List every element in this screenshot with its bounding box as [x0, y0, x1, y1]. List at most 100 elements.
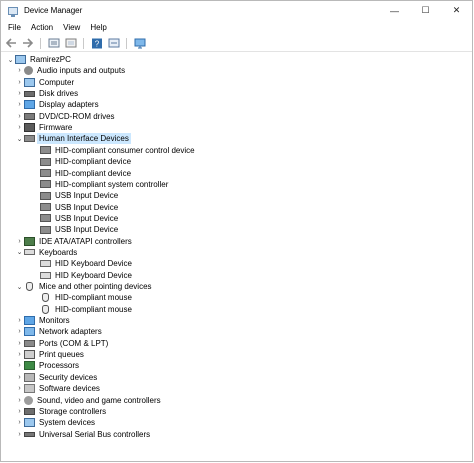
collapse-chevron-icon[interactable]: ›: [15, 99, 24, 110]
expand-chevron-icon[interactable]: ⌄: [6, 54, 15, 65]
tree-root[interactable]: ⌄ RamirezPC: [6, 54, 71, 65]
tree-item-label: Sound, video and game controllers: [37, 395, 161, 405]
collapse-chevron-icon[interactable]: ›: [15, 417, 24, 428]
tree-item-label: Firmware: [39, 123, 73, 133]
collapse-chevron-icon[interactable]: ›: [15, 65, 24, 76]
tree-device[interactable]: HID Keyboard Device: [31, 270, 132, 281]
back-icon[interactable]: [4, 37, 18, 49]
collapse-chevron-icon[interactable]: ›: [15, 395, 24, 406]
help-icon[interactable]: ?: [90, 37, 104, 49]
tree-item-label: DVD/CD-ROM drives: [39, 111, 115, 121]
tree-item-label: Security devices: [39, 372, 98, 382]
scan-hardware-icon[interactable]: [133, 37, 147, 49]
toolbar: ?: [1, 35, 472, 52]
show-hidden-icon[interactable]: [64, 37, 78, 49]
hid-device-icon: [40, 157, 51, 166]
collapse-chevron-icon[interactable]: ›: [15, 406, 24, 417]
collapse-chevron-icon[interactable]: ›: [15, 383, 24, 394]
tree-category[interactable]: › Display adapters: [15, 99, 99, 110]
title-bar[interactable]: Device Manager — ☐ ✕: [1, 1, 472, 20]
tree-category[interactable]: › System devices: [15, 417, 95, 428]
device-manager-window: Device Manager — ☐ ✕ File Action View He…: [0, 0, 473, 462]
tree-category[interactable]: ⌄ Keyboards: [15, 247, 78, 258]
hid-icon: [24, 135, 35, 143]
computer-icon: [15, 55, 26, 64]
tree-device[interactable]: HID-compliant mouse: [31, 292, 132, 303]
tree-device[interactable]: USB Input Device: [31, 190, 118, 201]
collapse-chevron-icon[interactable]: ›: [15, 372, 24, 383]
tree-category[interactable]: › Software devices: [15, 383, 100, 394]
tree-item-label: HID-compliant mouse: [55, 304, 132, 314]
hid-device-icon: [40, 169, 51, 177]
collapse-chevron-icon[interactable]: ›: [15, 429, 24, 440]
tree-category[interactable]: › Processors: [15, 360, 79, 371]
forward-icon[interactable]: [21, 37, 35, 49]
collapse-chevron-icon[interactable]: ›: [15, 315, 24, 326]
tree-item-label: USB Input Device: [55, 213, 119, 223]
dvd-icon: [24, 112, 35, 120]
tree-category[interactable]: › Sound, video and game controllers: [15, 395, 161, 406]
tree-device[interactable]: USB Input Device: [31, 213, 118, 224]
tree-device[interactable]: USB Input Device: [31, 202, 118, 213]
menu-view[interactable]: View: [58, 23, 85, 32]
tree-category[interactable]: ⌄ Mice and other pointing devices: [15, 281, 152, 292]
tree-category[interactable]: › Universal Serial Bus controllers: [15, 429, 150, 440]
tree-category[interactable]: › Print queues: [15, 349, 84, 360]
tree-item-label: Human Interface Devices: [37, 133, 131, 145]
properties-icon[interactable]: [47, 37, 61, 49]
tree-device[interactable]: HID-compliant system controller: [31, 179, 168, 190]
software-icon: [24, 384, 35, 394]
tree-item-label: Universal Serial Bus controllers: [39, 429, 151, 439]
hid-device-icon: [40, 146, 51, 155]
tree-category[interactable]: › IDE ATA/ATAPI controllers: [15, 236, 132, 247]
tree-category[interactable]: ⌄ Human Interface Devices: [15, 133, 131, 145]
tree-device[interactable]: HID-compliant consumer control device: [31, 145, 195, 156]
tree-device[interactable]: USB Input Device: [31, 224, 118, 235]
collapse-chevron-icon[interactable]: ›: [15, 88, 24, 99]
close-button[interactable]: ✕: [441, 1, 472, 20]
collapse-chevron-icon[interactable]: ›: [15, 338, 24, 349]
hid-device-icon: [40, 191, 51, 200]
maximize-button[interactable]: ☐: [410, 1, 441, 20]
tree-device[interactable]: HID-compliant device: [31, 156, 131, 167]
tree-category[interactable]: › Monitors: [15, 315, 70, 326]
tree-category[interactable]: › DVD/CD-ROM drives: [15, 111, 115, 122]
display-icon: [24, 100, 35, 110]
tree-category[interactable]: › Firmware: [15, 122, 72, 133]
tree-category[interactable]: › Network adapters: [15, 326, 102, 337]
minimize-button[interactable]: —: [379, 1, 410, 20]
tree-device[interactable]: HID-compliant mouse: [31, 304, 132, 315]
collapse-chevron-icon[interactable]: ›: [15, 360, 24, 371]
collapse-chevron-icon[interactable]: ›: [15, 77, 24, 88]
tree-item-label: Monitors: [39, 316, 70, 326]
tree-category[interactable]: › Ports (COM & LPT): [15, 338, 108, 349]
expand-chevron-icon[interactable]: ⌄: [15, 133, 24, 144]
tree-category[interactable]: › Disk drives: [15, 88, 78, 99]
sound-icon: [24, 395, 33, 405]
keyboard-icon: [24, 249, 35, 256]
hid-device-icon: [40, 203, 51, 212]
collapse-chevron-icon[interactable]: ›: [15, 349, 24, 360]
menu-help[interactable]: Help: [85, 23, 111, 32]
tree-category[interactable]: › Audio inputs and outputs: [15, 65, 125, 76]
collapse-chevron-icon[interactable]: ›: [15, 236, 24, 247]
menu-action[interactable]: Action: [26, 23, 58, 32]
window-title: Device Manager: [24, 6, 83, 15]
expand-chevron-icon[interactable]: ⌄: [15, 247, 24, 258]
tree-category[interactable]: › Computer: [15, 77, 74, 88]
collapse-chevron-icon[interactable]: ›: [15, 111, 24, 122]
tree-category[interactable]: › Storage controllers: [15, 406, 106, 417]
mouse-icon: [42, 304, 49, 314]
collapse-chevron-icon[interactable]: ›: [15, 122, 24, 133]
tree-device[interactable]: HID-compliant device: [31, 168, 131, 179]
collapse-chevron-icon[interactable]: ›: [15, 326, 24, 337]
system-icon: [24, 418, 35, 428]
tree-item-label: Display adapters: [39, 100, 99, 110]
mouse-icon: [42, 293, 49, 303]
menu-bar: File Action View Help: [1, 20, 112, 34]
tree-category[interactable]: › Security devices: [15, 372, 97, 383]
menu-file[interactable]: File: [1, 23, 26, 32]
expand-chevron-icon[interactable]: ⌄: [15, 281, 24, 292]
update-driver-icon[interactable]: [107, 37, 121, 49]
tree-device[interactable]: HID Keyboard Device: [31, 258, 132, 269]
